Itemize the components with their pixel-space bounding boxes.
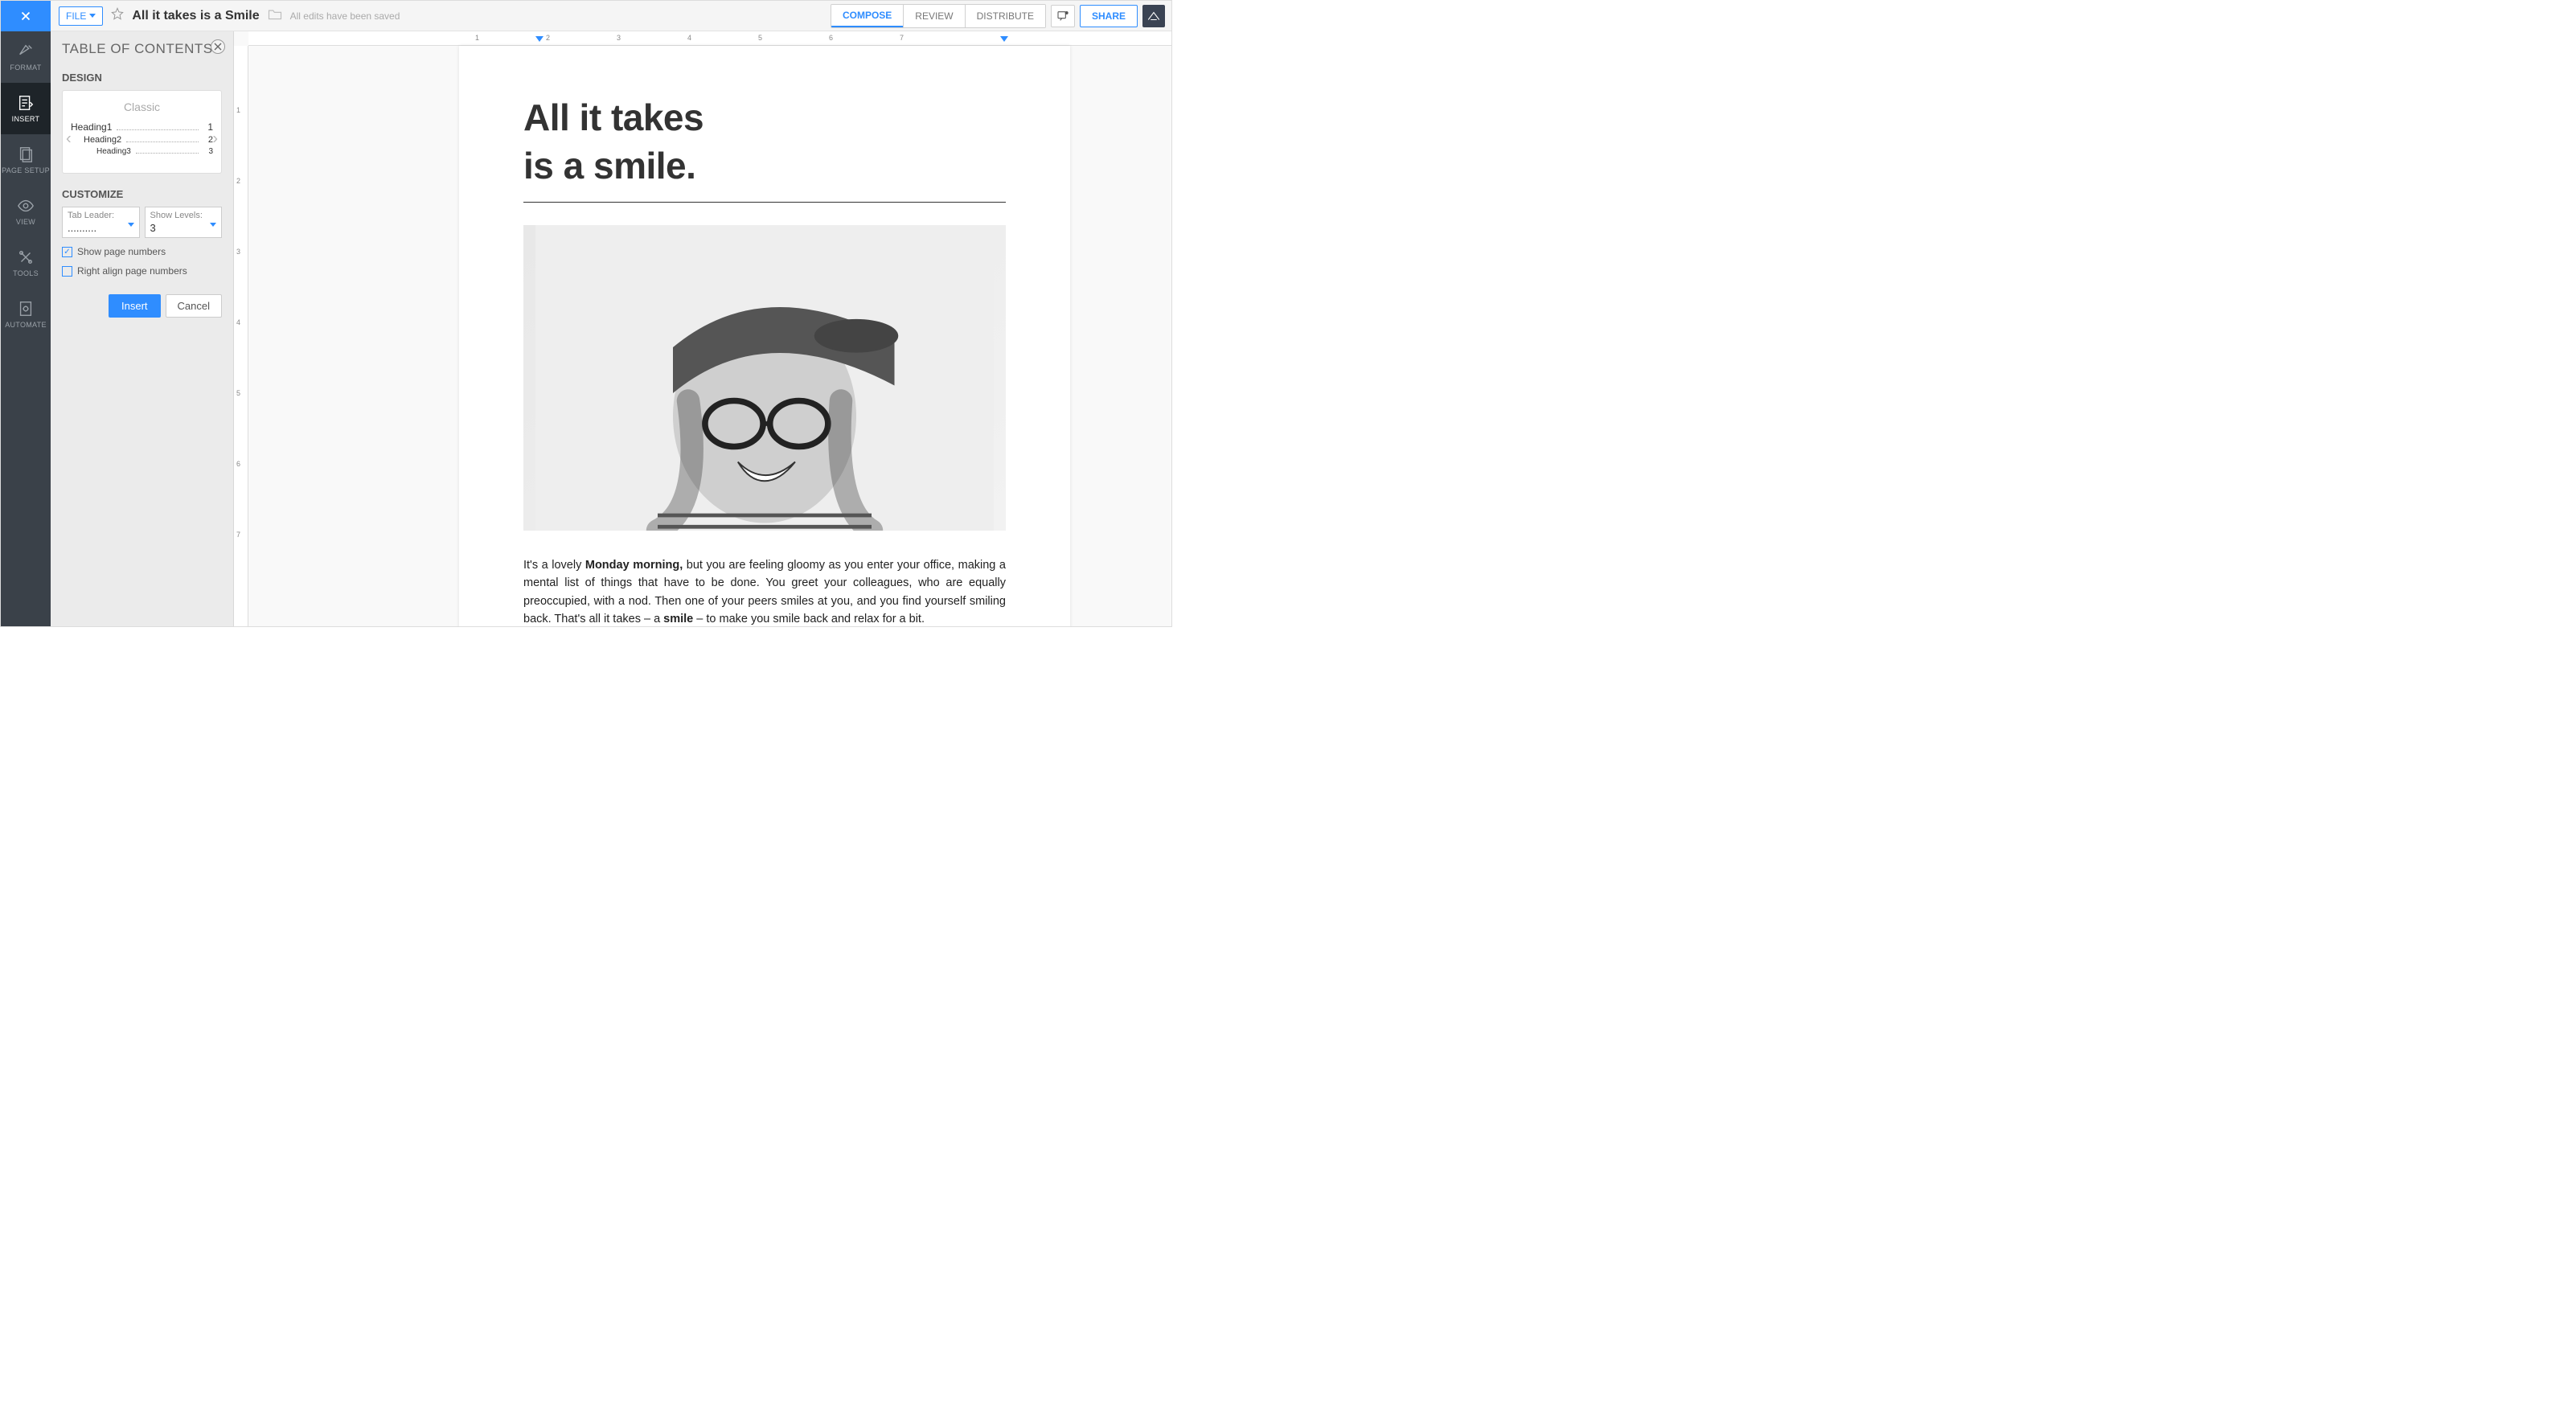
toc-preview-row: Heading1 1 — [71, 121, 213, 133]
vertical-ruler[interactable]: 1 2 3 4 5 6 7 — [234, 46, 248, 626]
view-icon — [17, 197, 35, 215]
zia-icon — [1146, 10, 1161, 23]
left-rail: FORMAT INSERT PAGE SETUP VIEW TOOLS AUTO… — [1, 31, 51, 626]
app-window: FILE All it takes is a Smile All edits h… — [0, 0, 1172, 627]
app-body: FORMAT INSERT PAGE SETUP VIEW TOOLS AUTO… — [1, 31, 1171, 626]
right-align-label: Right align page numbers — [77, 265, 187, 277]
tools-icon — [17, 248, 35, 266]
file-label: FILE — [66, 10, 86, 22]
insert-button[interactable]: Insert — [109, 294, 161, 318]
left-margin-marker[interactable] — [535, 36, 544, 42]
cancel-button[interactable]: Cancel — [166, 294, 222, 318]
child-photo-icon — [523, 225, 1006, 531]
tab-distribute[interactable]: DISTRIBUTE — [965, 5, 1045, 27]
rail-tools[interactable]: TOOLS — [1, 237, 51, 289]
favorite-star-icon[interactable] — [111, 7, 124, 24]
toc-preview-row: Heading3 3 — [71, 147, 213, 156]
panel-close-button[interactable] — [211, 39, 225, 54]
format-icon — [17, 43, 35, 60]
topbar-right: COMPOSE REVIEW DISTRIBUTE SHARE — [831, 4, 1165, 28]
customize-section-label: CUSTOMIZE — [62, 188, 222, 200]
document-canvas[interactable]: 1 2 3 4 5 6 7 1 2 3 4 5 6 7 All — [234, 31, 1171, 626]
close-icon — [18, 9, 33, 23]
page-setup-icon — [17, 146, 35, 163]
notifications-button[interactable] — [1051, 5, 1075, 27]
design-preview-card[interactable]: Classic Heading1 1 Heading2 2 Heading3 3… — [62, 90, 222, 174]
comment-notify-icon — [1056, 10, 1069, 23]
tab-leader-dropdown[interactable]: Tab Leader: .......... — [62, 207, 140, 238]
rail-view[interactable]: VIEW — [1, 186, 51, 237]
folder-icon[interactable] — [268, 8, 282, 24]
rail-insert[interactable]: INSERT — [1, 83, 51, 134]
tab-compose[interactable]: COMPOSE — [831, 5, 903, 27]
design-style-name: Classic — [71, 100, 213, 113]
chevron-down-icon — [89, 14, 96, 18]
doc-heading-line1[interactable]: All it takes — [523, 94, 1006, 142]
document-page[interactable]: All it takes is a smile. — [459, 46, 1070, 626]
rail-format[interactable]: FORMAT — [1, 31, 51, 83]
share-button[interactable]: SHARE — [1080, 5, 1138, 27]
show-page-numbers-row: ✓ Show page numbers — [62, 246, 222, 257]
customize-controls: Tab Leader: .......... Show Levels: 3 — [62, 207, 222, 238]
toc-preview-row: Heading2 2 — [71, 135, 213, 145]
toc-panel: TABLE OF CONTENTS DESIGN Classic Heading… — [51, 31, 234, 626]
rail-automate[interactable]: AUTOMATE — [1, 289, 51, 340]
design-section-label: DESIGN — [62, 72, 222, 84]
next-design-button[interactable]: › — [212, 130, 218, 149]
show-page-numbers-label: Show page numbers — [77, 246, 166, 257]
save-status: All edits have been saved — [290, 10, 400, 22]
insert-icon — [17, 94, 35, 112]
panel-title: TABLE OF CONTENTS — [62, 41, 222, 57]
rail-page-setup[interactable]: PAGE SETUP — [1, 134, 51, 186]
panel-buttons: Insert Cancel — [62, 294, 222, 318]
doc-heading-line2[interactable]: is a smile. — [523, 142, 1006, 203]
close-button[interactable] — [1, 1, 51, 31]
hero-image[interactable] — [523, 225, 1006, 531]
prev-design-button[interactable]: ‹ — [66, 130, 72, 149]
user-avatar[interactable] — [1142, 5, 1165, 27]
mode-tabs: COMPOSE REVIEW DISTRIBUTE — [831, 4, 1046, 28]
body-paragraph[interactable]: It's a lovely Monday morning, but you ar… — [523, 556, 1006, 626]
automate-icon — [17, 300, 35, 318]
top-bar: FILE All it takes is a Smile All edits h… — [1, 1, 1171, 31]
show-levels-dropdown[interactable]: Show Levels: 3 — [145, 207, 223, 238]
close-icon — [214, 43, 222, 51]
right-margin-marker[interactable] — [1000, 36, 1008, 42]
show-page-numbers-checkbox[interactable]: ✓ — [62, 247, 72, 257]
horizontal-ruler[interactable]: 1 2 3 4 5 6 7 — [248, 31, 1171, 46]
tab-review[interactable]: REVIEW — [903, 5, 964, 27]
right-align-row: ✓ Right align page numbers — [62, 265, 222, 277]
document-title[interactable]: All it takes is a Smile — [132, 9, 259, 23]
right-align-checkbox[interactable]: ✓ — [62, 266, 72, 277]
file-menu-button[interactable]: FILE — [59, 6, 103, 26]
